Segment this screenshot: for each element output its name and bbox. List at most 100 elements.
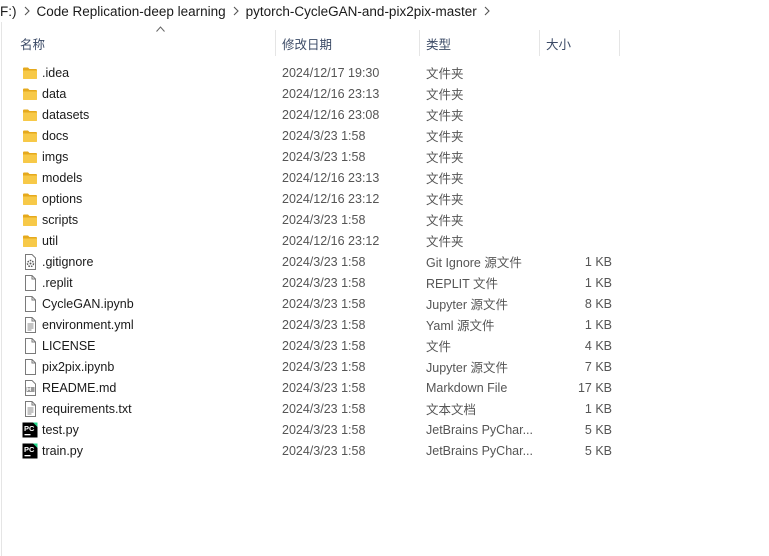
file-size [540,62,612,83]
file-row[interactable]: docs 2024/3/23 1:58 文件夹 [0,125,769,146]
folder-icon [22,83,38,104]
file-modified-date: 2024/3/23 1:58 [282,359,366,374]
file-modified-date: 2024/3/23 1:58 [282,254,366,269]
chevron-right-icon[interactable] [232,6,240,16]
svg-text:PC: PC [24,445,35,454]
file-size [540,188,612,209]
file-type: 文件夹 [426,235,464,249]
file-row[interactable]: requirements.txt 2024/3/23 1:58 文本文档 1 KB [0,398,769,419]
file-modified-date: 2024/3/23 1:58 [282,338,366,353]
file-type: Yaml 源文件 [426,319,495,333]
breadcrumb: F:) Code Replication-deep learning pytor… [0,0,769,22]
file-type: Markdown File [426,380,508,395]
file-size [540,230,612,251]
file-type: 文件夹 [426,130,464,144]
file-name: docs [42,128,69,143]
file-modified-date: 2024/12/17 19:30 [282,65,380,80]
file-type: JetBrains PyChar... [426,422,533,437]
file-row[interactable]: util 2024/12/16 23:12 文件夹 [0,230,769,251]
gear-file-icon [22,251,38,272]
file-modified-date: 2024/3/23 1:58 [282,275,366,290]
file-type: Jupyter 源文件 [426,298,508,312]
file-row[interactable]: LICENSE 2024/3/23 1:58 文件 4 KB [0,335,769,356]
file-modified-date: 2024/3/23 1:58 [282,380,366,395]
breadcrumb-folder-current[interactable]: pytorch-CycleGAN-and-pix2pix-master [240,4,483,19]
file-row[interactable]: PC test.py 2024/3/23 1:58 JetBrains PyChar.… [0,419,769,440]
file-size [540,83,612,104]
file-size [540,146,612,167]
file-row[interactable]: datasets 2024/12/16 23:08 文件夹 [0,104,769,125]
file-name: test.py [42,422,79,437]
file-type: REPLIT 文件 [426,277,499,291]
file-type: 文件夹 [426,151,464,165]
file-row[interactable]: options 2024/12/16 23:12 文件夹 [0,188,769,209]
file-type: JetBrains PyChar... [426,443,533,458]
file-size: 1 KB [584,275,612,290]
breadcrumb-folder-code-replication[interactable]: Code Replication-deep learning [31,4,232,19]
pycharm-icon: PC [22,440,38,461]
file-modified-date: 2024/12/16 23:12 [282,233,380,248]
file-row[interactable]: scripts 2024/3/23 1:58 文件夹 [0,209,769,230]
file-row[interactable]: .gitignore 2024/3/23 1:58 Git Ignore 源文件 1 … [0,251,769,272]
file-name: environment.yml [42,317,134,332]
file-size [540,209,612,230]
file-modified-date: 2024/3/23 1:58 [282,128,366,143]
file-row[interactable]: CycleGAN.ipynb 2024/3/23 1:58 Jupyter 源文件 8… [0,293,769,314]
file-row[interactable]: .idea 2024/12/17 19:30 文件夹 [0,62,769,83]
file-name: LICENSE [42,338,96,353]
file-size [540,125,612,146]
column-header-type-label: 类型 [426,37,452,52]
column-header-name-label: 名称 [20,37,46,52]
file-type: 文件 [426,340,452,354]
file-name: train.py [42,443,83,458]
file-modified-date: 2024/12/16 23:13 [282,170,380,185]
file-row[interactable]: PC train.py 2024/3/23 1:58 JetBrains PyChar… [0,440,769,461]
file-name: options [42,191,83,206]
file-type: 文件夹 [426,88,464,102]
svg-text:PC: PC [24,424,35,433]
file-size [540,167,612,188]
file-modified-date: 2024/3/23 1:58 [282,212,366,227]
file-type: 文本文档 [426,403,477,417]
file-name: scripts [42,212,79,227]
file-name: .gitignore [42,254,94,269]
file-name: requirements.txt [42,401,132,416]
file-row[interactable]: README.md 2024/3/23 1:58 Markdown File 17 K… [0,377,769,398]
folder-icon [22,104,38,125]
pycharm-icon: PC [22,419,38,440]
file-row[interactable]: environment.yml 2024/3/23 1:58 Yaml 源文件 1 K… [0,314,769,335]
file-name: models [42,170,83,185]
chevron-right-icon[interactable] [483,6,491,16]
file-name: util [42,233,58,248]
column-header-date[interactable]: 修改日期 [276,30,420,56]
breadcrumb-drive[interactable]: F:) [0,4,23,19]
file-row[interactable]: imgs 2024/3/23 1:58 文件夹 [0,146,769,167]
column-header-type[interactable]: 类型 [420,30,540,56]
folder-icon [22,230,38,251]
sort-ascending-icon [156,26,165,32]
file-size: 17 KB [577,380,612,395]
file-name: .idea [42,65,70,80]
folder-icon [22,125,38,146]
file-size: 1 KB [584,254,612,269]
file-row[interactable]: pix2pix.ipynb 2024/3/23 1:58 Jupyter 源文件 7 … [0,356,769,377]
file-modified-date: 2024/3/23 1:58 [282,443,366,458]
file-modified-date: 2024/12/16 23:08 [282,107,380,122]
column-header-row: 名称 修改日期 类型 大小 [0,26,769,56]
file-name: README.md [42,380,117,395]
file-modified-date: 2024/3/23 1:58 [282,401,366,416]
file-type: Jupyter 源文件 [426,361,508,375]
column-header-name[interactable]: 名称 [14,26,276,56]
file-row[interactable]: data 2024/12/16 23:13 文件夹 [0,83,769,104]
file-size [540,104,612,125]
file-modified-date: 2024/3/23 1:58 [282,317,366,332]
folder-icon [22,62,38,83]
file-type: 文件夹 [426,67,464,81]
file-row[interactable]: .replit 2024/3/23 1:58 REPLIT 文件 1 KB [0,272,769,293]
file-row[interactable]: models 2024/12/16 23:13 文件夹 [0,167,769,188]
column-header-size[interactable]: 大小 [540,30,620,56]
file-name: datasets [42,107,90,122]
file-name: CycleGAN.ipynb [42,296,134,311]
chevron-right-icon[interactable] [23,6,31,16]
file-size: 5 KB [584,422,612,437]
